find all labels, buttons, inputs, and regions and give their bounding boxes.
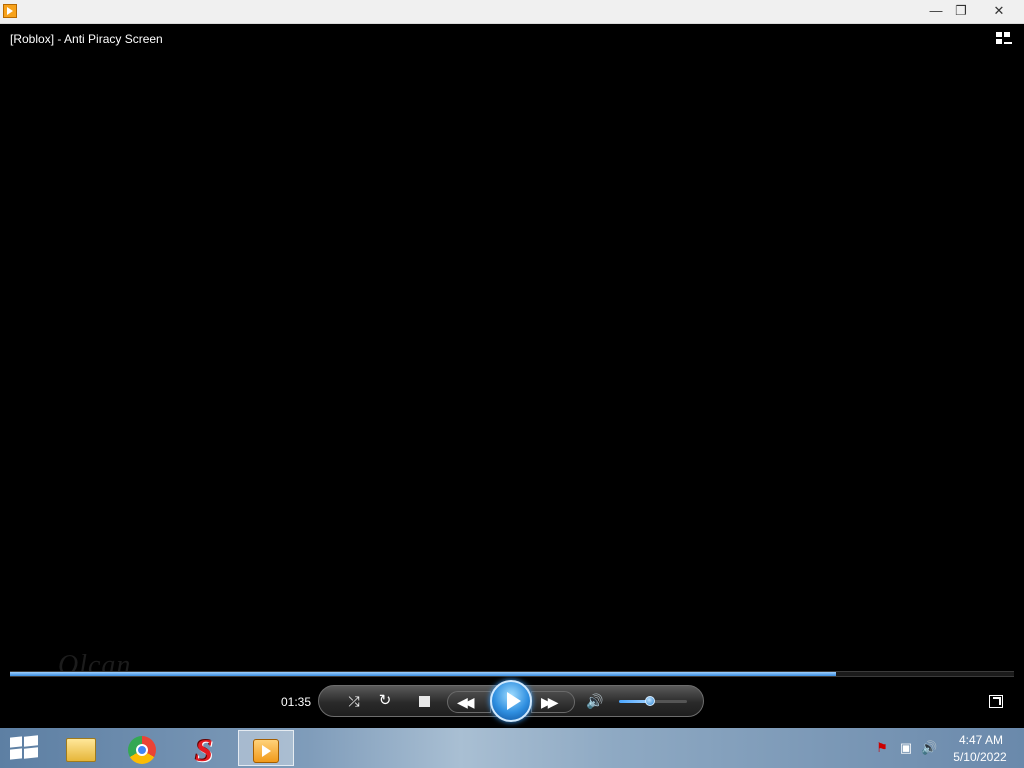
video-area[interactable]: [Roblox] - Anti Piracy Screen: [0, 24, 1024, 727]
clock-date[interactable]: 5/10/2022: [948, 750, 1012, 764]
taskbar: S ⚑ ▣ 🔊 4:47 AM 5/10/2022: [0, 728, 1024, 768]
taskbar-windows-media-player[interactable]: [238, 730, 294, 766]
chrome-icon: [128, 736, 156, 764]
repeat-icon[interactable]: ↻: [376, 692, 394, 710]
shuffle-icon[interactable]: ⤮: [345, 692, 363, 710]
play-button[interactable]: [490, 680, 532, 722]
fullscreen-icon[interactable]: [989, 695, 1003, 708]
next-button[interactable]: ▶▶: [541, 692, 558, 712]
title-bar: — ❐ ✕: [0, 0, 1024, 24]
taskbar-s-app[interactable]: S: [176, 730, 232, 766]
start-button[interactable]: [10, 735, 38, 761]
s-app-icon: S: [195, 732, 213, 768]
seek-bar[interactable]: [10, 671, 1014, 677]
windows-media-player-icon[interactable]: [3, 4, 17, 18]
clock-time[interactable]: 4:47 AM: [952, 733, 1010, 747]
switch-to-library-icon[interactable]: [996, 32, 1014, 46]
video-title: [Roblox] - Anti Piracy Screen: [10, 32, 163, 46]
close-button[interactable]: ✕: [976, 0, 1022, 22]
taskbar-file-explorer[interactable]: [54, 730, 110, 766]
elapsed-time: 01:35: [281, 695, 312, 709]
restore-button[interactable]: ❐: [946, 0, 976, 22]
windows-media-player-icon: [253, 739, 279, 763]
taskbar-chrome[interactable]: [116, 730, 172, 766]
file-explorer-icon: [66, 738, 96, 762]
volume-slider-thumb[interactable]: [644, 696, 655, 706]
network-icon[interactable]: ▣: [898, 740, 914, 756]
stop-button[interactable]: [419, 696, 430, 707]
watermark: Olcan: [58, 650, 132, 681]
action-center-flag-icon[interactable]: ⚑: [874, 740, 890, 756]
seek-progress: [10, 672, 837, 676]
volume-tray-icon[interactable]: 🔊: [921, 740, 937, 756]
previous-button[interactable]: ◀◀: [457, 692, 474, 712]
mute-icon[interactable]: 🔊: [586, 692, 604, 710]
